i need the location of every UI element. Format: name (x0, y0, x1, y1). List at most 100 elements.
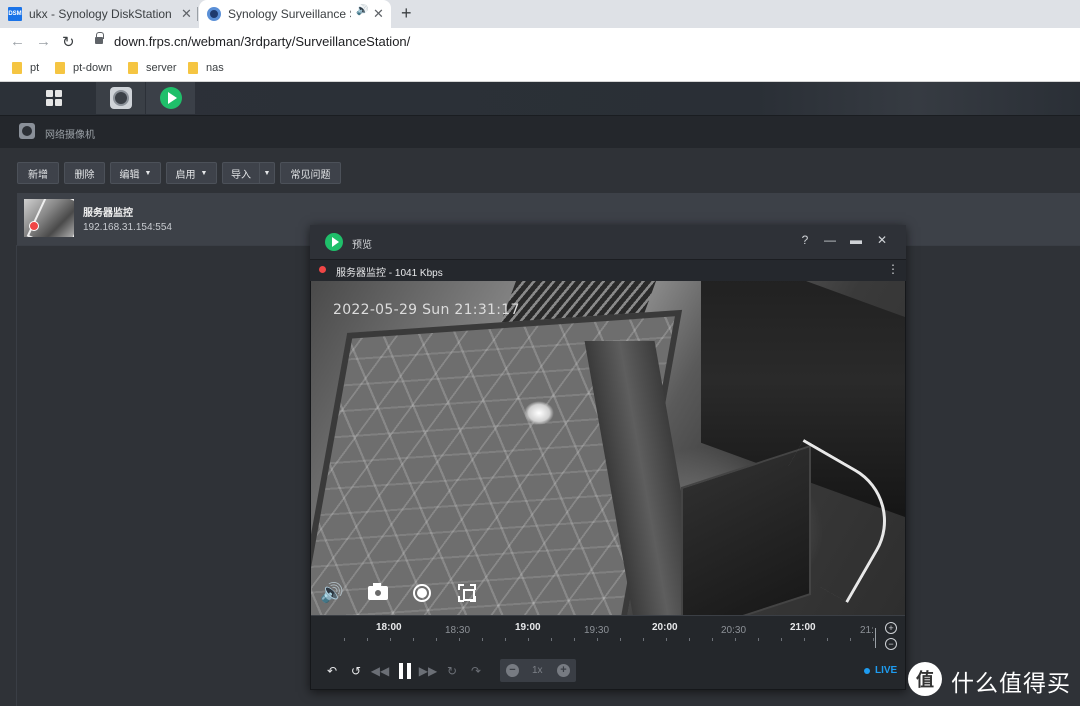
new-tab-icon[interactable]: + (401, 3, 412, 24)
minimize-icon[interactable]: — (822, 233, 838, 247)
timeline-label: 18:30 (445, 625, 471, 636)
fast-forward-icon[interactable]: ▶▶ (418, 661, 438, 681)
timeline-tick (643, 638, 644, 641)
forward-icon[interactable]: → (36, 33, 51, 50)
speaker-icon[interactable]: 🔊 (356, 5, 368, 16)
add-button[interactable]: 新增 (17, 162, 59, 184)
tab-separator (197, 7, 198, 21)
faq-button[interactable]: 常见问题 (280, 162, 341, 184)
reload-icon[interactable]: ↻ (62, 33, 75, 51)
volume-icon[interactable]: 🔊 (320, 581, 344, 605)
timeline-tick (597, 638, 598, 641)
caret-down-icon: ▼ (200, 169, 208, 177)
snapshot-icon[interactable] (366, 581, 390, 605)
main-menu-button[interactable] (17, 82, 91, 114)
digital-zoom-icon[interactable] (455, 581, 479, 605)
play-icon (325, 233, 343, 251)
timeline-tick (344, 638, 345, 641)
surveillance-favicon-icon (207, 7, 221, 21)
timeline-tick (413, 638, 414, 641)
tab-title: ukx - Synology DiskStation (29, 7, 172, 21)
fast-backward-icon[interactable]: ◀◀ (370, 661, 390, 681)
rewind-10-icon[interactable]: ↺ (346, 661, 366, 681)
preview-title: 预览 (352, 240, 372, 251)
grid-icon (46, 90, 62, 106)
enable-label: 启用 (175, 169, 196, 181)
play-icon (159, 87, 182, 109)
close-tab-icon[interactable]: ✕ (373, 6, 384, 22)
bookmark-label: pt-down (73, 62, 113, 74)
import-button[interactable]: 导入 (222, 162, 260, 184)
pause-icon[interactable] (398, 663, 412, 679)
import-dropdown-button[interactable]: ▼ (259, 162, 275, 184)
bookmark-pt[interactable]: pt (12, 62, 39, 74)
zoom-in-icon[interactable]: + (885, 622, 897, 634)
back-icon[interactable]: ← (10, 33, 25, 50)
tab-title: Synology Surveillance Station (228, 7, 351, 21)
timeline-tick (666, 638, 667, 641)
timeline-label: 19:00 (515, 622, 541, 633)
timeline-label: 20:30 (721, 625, 747, 636)
close-icon[interactable]: ✕ (874, 233, 890, 247)
timeline-tick (505, 638, 506, 641)
timeline-tick (827, 638, 828, 641)
timeline-tick (873, 638, 874, 641)
live-button[interactable]: LIVE (864, 665, 897, 676)
edit-button[interactable]: 编辑 ▼ (110, 162, 161, 184)
delete-button[interactable]: 删除 (64, 162, 105, 184)
dsm-favicon-icon: DSM (8, 7, 22, 21)
live-video-feed[interactable] (311, 281, 905, 615)
forward-one-icon[interactable]: ↷ (466, 661, 486, 681)
watermark-logo: 值 (908, 662, 942, 696)
forward-10-icon[interactable]: ↻ (442, 661, 462, 681)
folder-icon (188, 62, 198, 74)
close-tab-icon[interactable]: ✕ (181, 6, 192, 22)
bookmark-label: server (146, 62, 177, 74)
caret-down-icon: ▼ (263, 169, 271, 177)
timeline-label: 21: (860, 625, 874, 636)
preview-app-button[interactable] (146, 82, 195, 114)
browser-tab-diskstation[interactable]: DSM ukx - Synology DiskStation ✕ (8, 0, 196, 28)
timeline-tick (689, 638, 690, 641)
folder-icon (128, 62, 138, 74)
timeline-tick (574, 638, 575, 641)
timeline-tick (390, 638, 391, 641)
timeline-tick (528, 638, 529, 641)
record-icon[interactable] (410, 581, 434, 605)
folder-icon (12, 62, 22, 74)
bookmark-pt-down[interactable]: pt-down (55, 62, 112, 74)
timeline-label: 20:00 (652, 622, 678, 633)
timeline-label: 18:00 (376, 622, 402, 633)
timeline-cursor[interactable] (875, 628, 876, 648)
more-options-icon[interactable]: ⋮ (887, 262, 899, 276)
address-bar[interactable]: down.frps.cn/webman/3rdparty/Surveillanc… (114, 34, 410, 49)
speed-decrease-icon[interactable]: − (506, 664, 519, 677)
camera-thumbnail (24, 199, 74, 237)
stream-label: 服务器监控 - 1041 Kbps (336, 268, 443, 279)
speed-increase-icon[interactable]: + (557, 664, 570, 677)
timeline-tick (758, 638, 759, 641)
recording-status-icon (29, 221, 39, 231)
bookmark-server[interactable]: server (128, 62, 177, 74)
browser-tab-surveillance[interactable]: Synology Surveillance Station 🔊 ✕ (199, 0, 391, 28)
preview-title-bar[interactable] (310, 225, 906, 259)
ip-camera-app-button[interactable] (96, 82, 145, 114)
recording-indicator-icon (319, 266, 326, 273)
help-icon[interactable]: ? (797, 233, 813, 247)
video-timestamp-overlay: 2022-05-29 Sun 21:31:17 (333, 302, 520, 318)
bookmark-nas[interactable]: nas (188, 62, 224, 74)
lock-icon[interactable] (95, 32, 104, 44)
rewind-one-icon[interactable]: ↶ (322, 661, 342, 681)
zoom-out-icon[interactable]: − (885, 638, 897, 650)
edit-label: 编辑 (119, 169, 140, 181)
timeline-tick (804, 638, 805, 641)
maximize-icon[interactable]: ▬ (848, 233, 864, 247)
section-header (0, 116, 1080, 148)
timeline-label: 19:30 (584, 625, 610, 636)
camera-icon (19, 123, 35, 139)
speed-value: 1x (532, 665, 543, 676)
enable-button[interactable]: 启用 ▼ (166, 162, 217, 184)
watermark-text: 什么值得买 (951, 670, 1071, 696)
timeline-tick (551, 638, 552, 641)
timeline-tick (459, 638, 460, 641)
